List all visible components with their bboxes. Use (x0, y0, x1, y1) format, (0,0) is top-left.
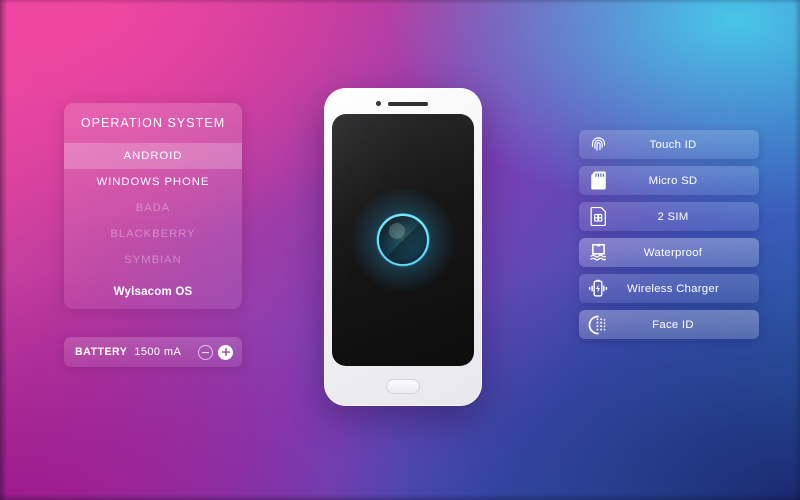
battery-value: 1500 mA (134, 346, 182, 358)
earpiece-speaker-icon (388, 102, 428, 106)
edge-vignette-top (0, 0, 800, 4)
phone-mockup (324, 88, 482, 406)
face-id-icon (579, 315, 617, 335)
battery-increment-button[interactable] (218, 344, 233, 360)
os-option-windows-phone[interactable]: WINDOWS PHONE (64, 169, 242, 195)
home-button-icon[interactable] (386, 379, 420, 394)
feature-label: Wireless Charger (627, 282, 719, 295)
edge-vignette-bottom (0, 494, 800, 500)
wireless-charging-icon (579, 279, 617, 298)
os-panel-title: OPERATION SYSTEM (80, 116, 226, 130)
os-option-symbian: SYMBIAN (124, 254, 182, 266)
battery-capacity-panel: BATTERY 1500 mA (64, 337, 242, 367)
waterproof-icon (579, 243, 617, 262)
os-option-bada: BADA (135, 202, 171, 214)
feature-item-face-id[interactable]: Face ID (579, 310, 759, 339)
edge-vignette-right (794, 0, 800, 500)
feature-item-waterproof[interactable]: Waterproof (579, 238, 759, 267)
edge-vignette-left (0, 0, 7, 500)
battery-decrement-button[interactable] (198, 344, 213, 360)
feature-label: Waterproof (643, 246, 703, 259)
battery-label: BATTERY (75, 346, 128, 358)
feature-label: 2 SIM (657, 210, 689, 223)
app-canvas: OPERATION SYSTEM ANDROID WINDOWS PHONE B… (0, 0, 800, 500)
os-option-blackberry: BLACKBERRY (110, 228, 196, 240)
sim-card-icon (579, 207, 617, 226)
feature-label: Face ID (652, 318, 694, 331)
plus-icon (221, 348, 230, 356)
feature-item-touch-id[interactable]: Touch ID (579, 130, 759, 159)
minus-icon (202, 351, 209, 353)
operating-system-panel: OPERATION SYSTEM ANDROID WINDOWS PHONE B… (64, 103, 242, 309)
os-option-android[interactable]: ANDROID (64, 143, 242, 169)
feature-list: Touch ID Micro SD 2 SIM Waterproof Wirel… (579, 130, 759, 346)
glowing-orb-logo-icon (351, 188, 455, 292)
phone-screen (332, 114, 474, 366)
sd-card-icon (579, 171, 617, 190)
feature-item-micro-sd[interactable]: Micro SD (579, 166, 759, 195)
camera-dot-icon (376, 101, 381, 106)
feature-item-2-sim[interactable]: 2 SIM (579, 202, 759, 231)
feature-item-wireless-charger[interactable]: Wireless Charger (579, 274, 759, 303)
os-option-wylsacom-os[interactable]: Wylsacom OS (64, 273, 242, 309)
fingerprint-icon (579, 135, 617, 154)
feature-label: Micro SD (648, 174, 698, 187)
feature-label: Touch ID (649, 138, 697, 151)
